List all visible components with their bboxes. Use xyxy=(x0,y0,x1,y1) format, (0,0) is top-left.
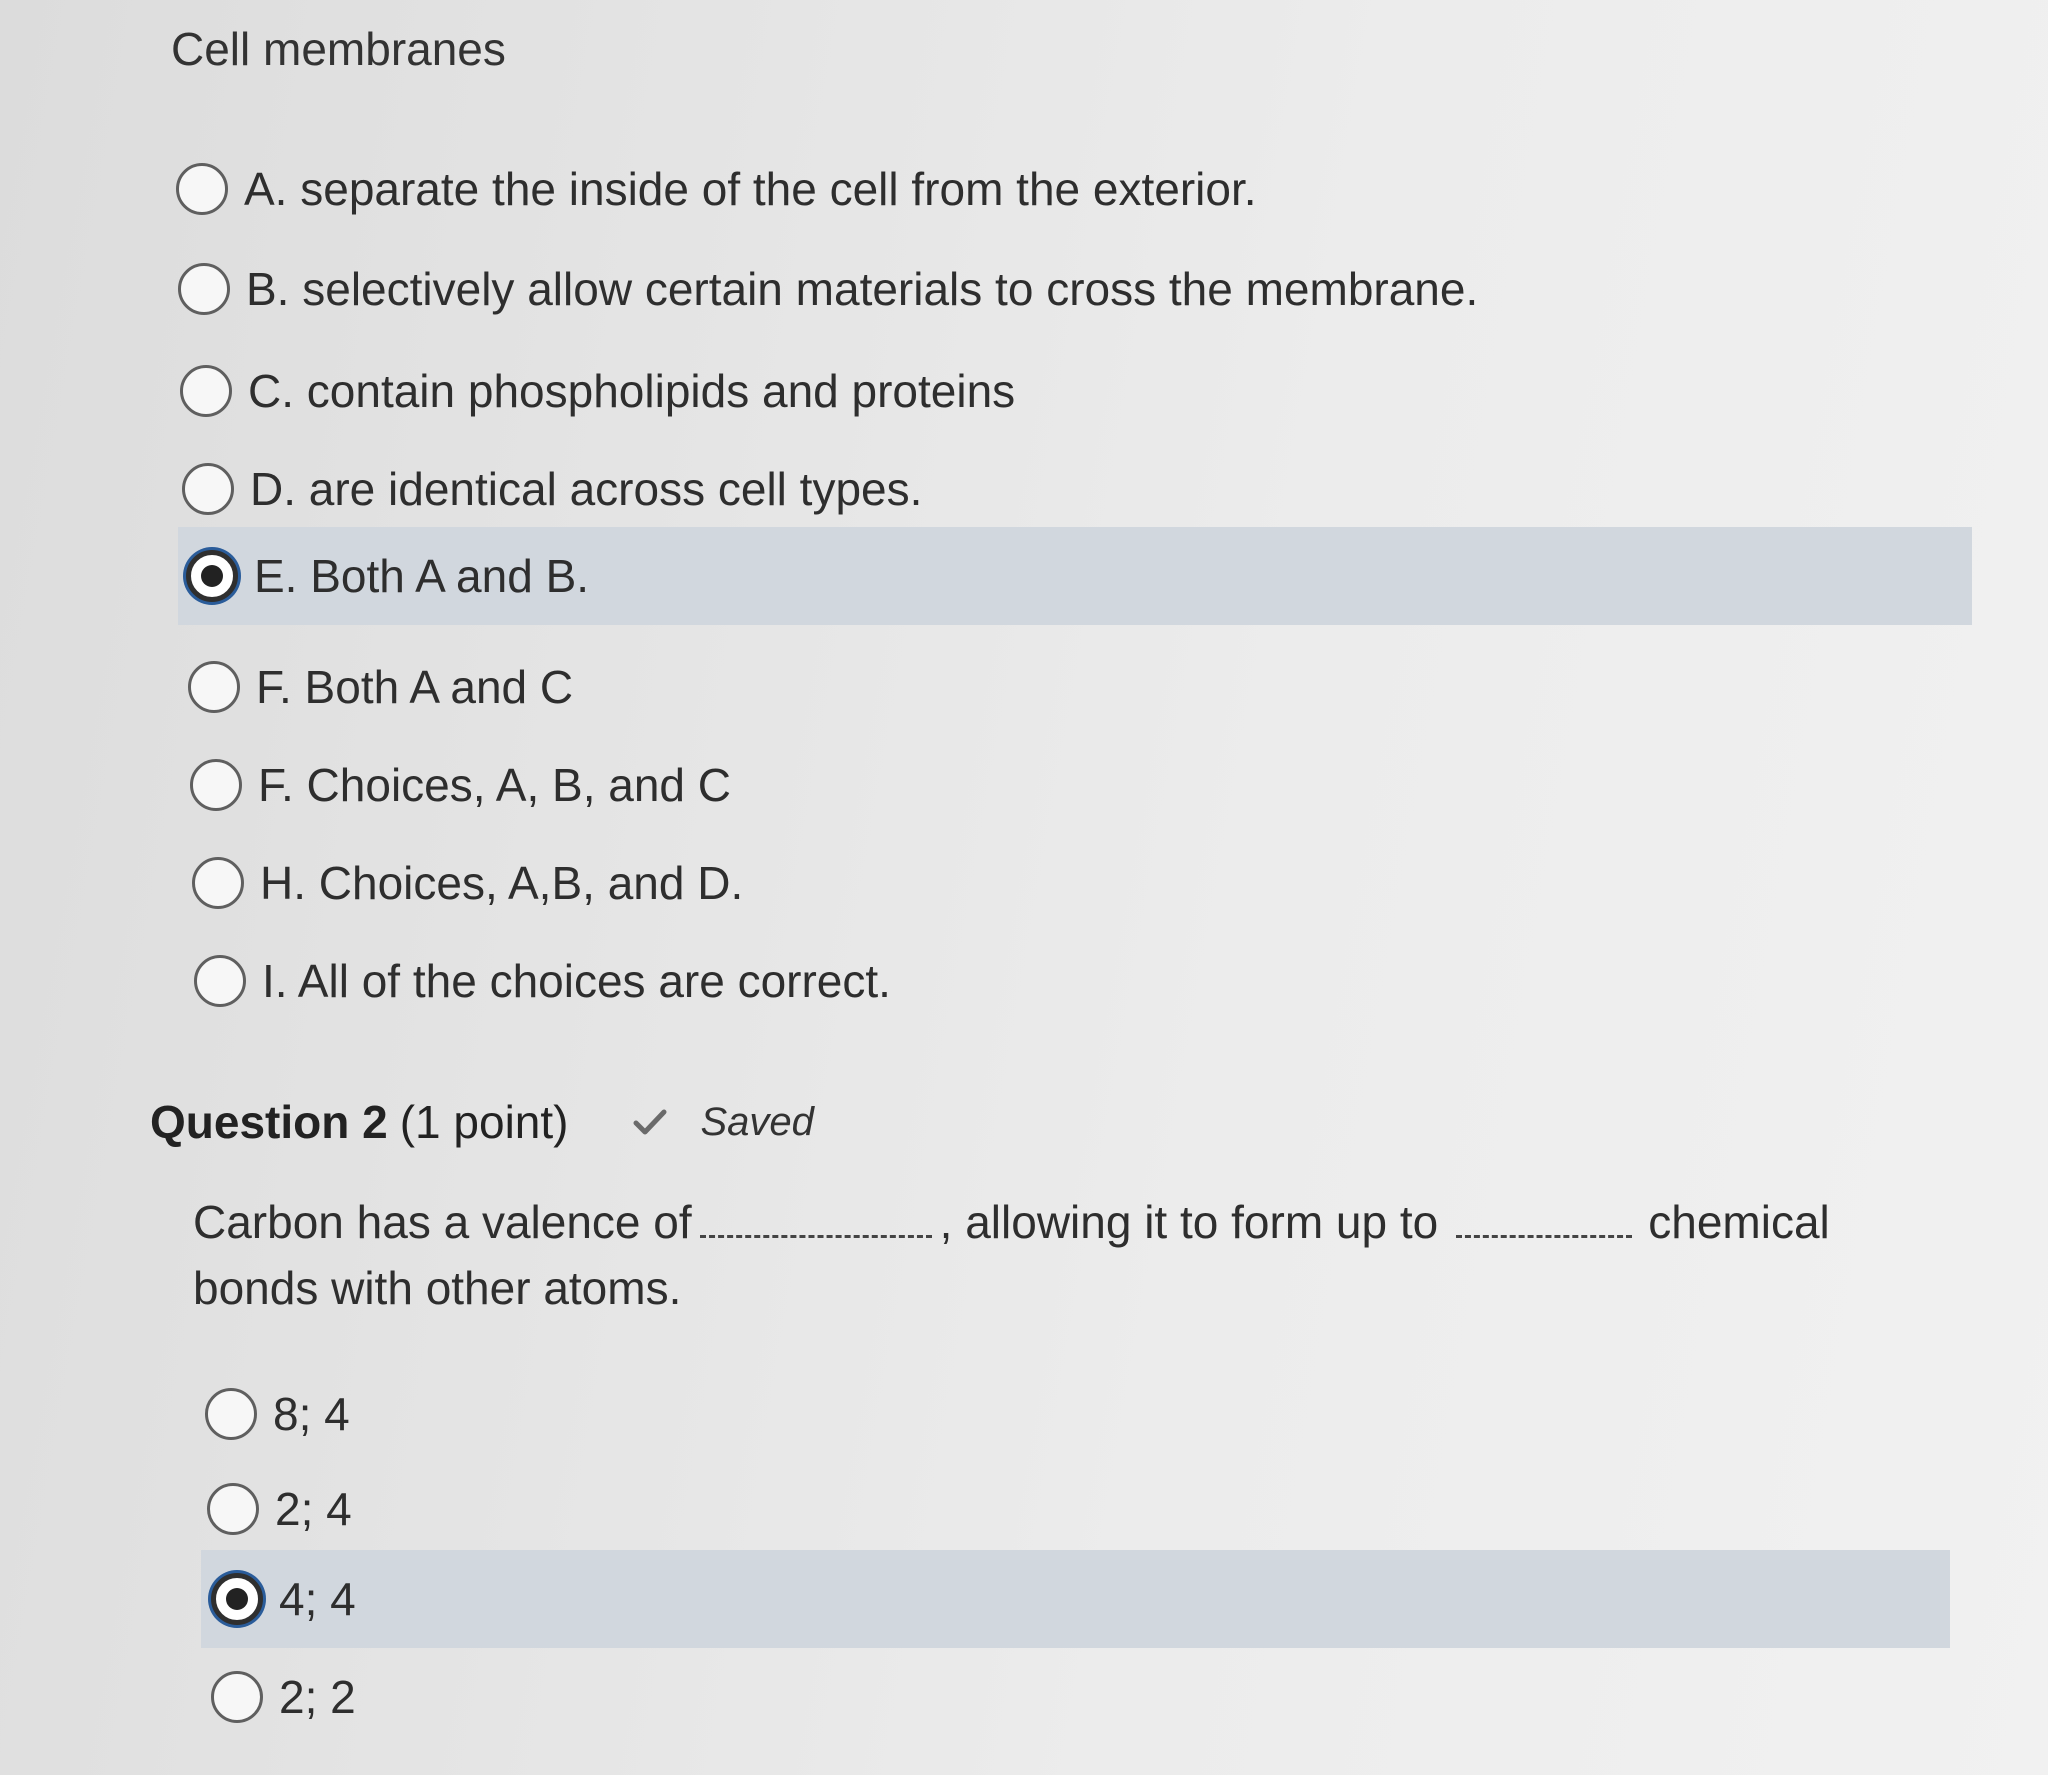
q1-option-f[interactable]: F. Both A and C xyxy=(188,638,573,736)
radio-unchecked-icon[interactable] xyxy=(180,365,232,417)
question-2-title: Question 2 xyxy=(150,1096,388,1148)
blank-1 xyxy=(699,1197,932,1238)
q2-option-2[interactable]: 2; 4 xyxy=(207,1460,352,1558)
radio-unchecked-icon[interactable] xyxy=(192,857,244,909)
saved-status: Saved xyxy=(700,1099,814,1144)
radio-checked-icon[interactable] xyxy=(211,1573,263,1625)
stem-line-2: bonds with other atoms. xyxy=(193,1256,1913,1320)
radio-unchecked-icon[interactable] xyxy=(207,1483,259,1535)
radio-unchecked-icon[interactable] xyxy=(211,1671,263,1723)
question-2-header: Question 2 (1 point) Saved xyxy=(150,1095,814,1149)
radio-unchecked-icon[interactable] xyxy=(178,263,230,315)
radio-unchecked-icon[interactable] xyxy=(205,1388,257,1440)
stem-text-1: Carbon has a valence of xyxy=(193,1196,692,1248)
q1-option-label: H. Choices, A,B, and D. xyxy=(260,857,744,909)
checkmark-icon xyxy=(633,1109,667,1135)
q1-option-label: B. selectively allow certain materials t… xyxy=(246,263,1479,315)
q1-option-d[interactable]: D. are identical across cell types. xyxy=(182,440,922,538)
stem-text-4: bonds with other atoms. xyxy=(193,1262,682,1314)
q1-option-a[interactable]: A. separate the inside of the cell from … xyxy=(176,140,1257,238)
q1-option-e[interactable]: E. Both A and B. xyxy=(178,527,1972,625)
radio-checked-icon[interactable] xyxy=(186,550,238,602)
q2-option-label: 8; 4 xyxy=(273,1388,350,1440)
q1-option-label: A. separate the inside of the cell from … xyxy=(244,163,1257,215)
question-2-points: (1 point) xyxy=(399,1096,569,1148)
q2-option-label: 2; 4 xyxy=(275,1483,352,1535)
radio-unchecked-icon[interactable] xyxy=(182,463,234,515)
q1-option-label: I. All of the choices are correct. xyxy=(262,955,891,1007)
question-1-prompt: Cell membranes xyxy=(171,23,506,75)
q2-option-1[interactable]: 8; 4 xyxy=(205,1365,350,1463)
q1-option-label: C. contain phospholipids and proteins xyxy=(248,365,1016,417)
q2-option-3[interactable]: 4; 4 xyxy=(201,1550,1950,1648)
q1-option-b[interactable]: B. selectively allow certain materials t… xyxy=(178,240,1478,338)
radio-unchecked-icon[interactable] xyxy=(176,163,228,215)
stem-line-1: Carbon has a valence of , allowing it to… xyxy=(193,1190,1913,1254)
q1-option-h[interactable]: H. Choices, A,B, and D. xyxy=(192,834,743,932)
q1-option-c[interactable]: C. contain phospholipids and proteins xyxy=(180,342,1015,440)
q1-option-label: F. Choices, A, B, and C xyxy=(258,759,732,811)
q2-option-4[interactable]: 2; 2 xyxy=(211,1648,356,1746)
q2-option-label: 2; 2 xyxy=(279,1671,356,1723)
q1-option-label: D. are identical across cell types. xyxy=(250,463,923,515)
q2-option-label: 4; 4 xyxy=(279,1573,356,1625)
stem-text-2: , allowing it to form up to xyxy=(939,1196,1439,1248)
radio-unchecked-icon[interactable] xyxy=(194,955,246,1007)
radio-unchecked-icon[interactable] xyxy=(190,759,242,811)
q1-option-label: E. Both A and B. xyxy=(254,550,590,602)
blank-2 xyxy=(1456,1197,1633,1238)
q1-option-i[interactable]: I. All of the choices are correct. xyxy=(194,932,891,1030)
q1-option-label: F. Both A and C xyxy=(256,661,574,713)
q1-option-g[interactable]: F. Choices, A, B, and C xyxy=(190,736,731,834)
stem-text-3: chemical xyxy=(1648,1196,1830,1248)
radio-unchecked-icon[interactable] xyxy=(188,661,240,713)
question-2-stem: Carbon has a valence of , allowing it to… xyxy=(193,1190,1913,1320)
